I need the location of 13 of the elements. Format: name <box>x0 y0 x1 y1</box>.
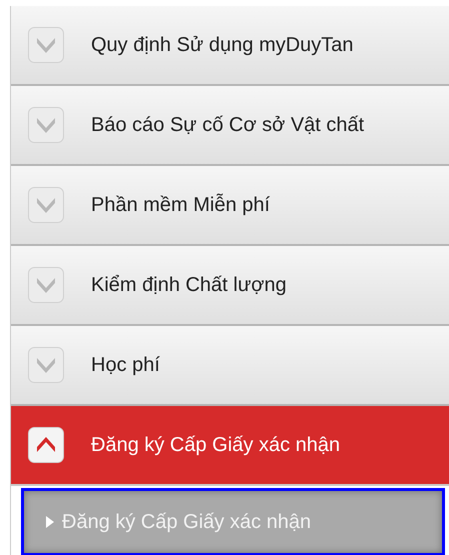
expand-icon <box>28 187 64 223</box>
accordion-header[interactable]: Quy định Sử dụng myDuyTan <box>11 6 449 86</box>
accordion-header[interactable]: Phần mềm Miễn phí <box>11 166 449 246</box>
expand-icon <box>28 267 64 303</box>
triangle-icon <box>46 516 54 528</box>
accordion-header[interactable]: Báo cáo Sự cố Cơ sở Vật chất <box>11 86 449 166</box>
expand-icon <box>28 107 64 143</box>
expand-icon <box>28 347 64 383</box>
accordion-header[interactable]: Kiểm định Chất lượng <box>11 246 449 326</box>
expand-icon <box>28 27 64 63</box>
accordion-header[interactable]: Học phí <box>11 326 449 406</box>
accordion-header[interactable]: Đăng ký Cấp Giấy xác nhận <box>11 406 449 486</box>
collapse-icon <box>28 427 64 463</box>
